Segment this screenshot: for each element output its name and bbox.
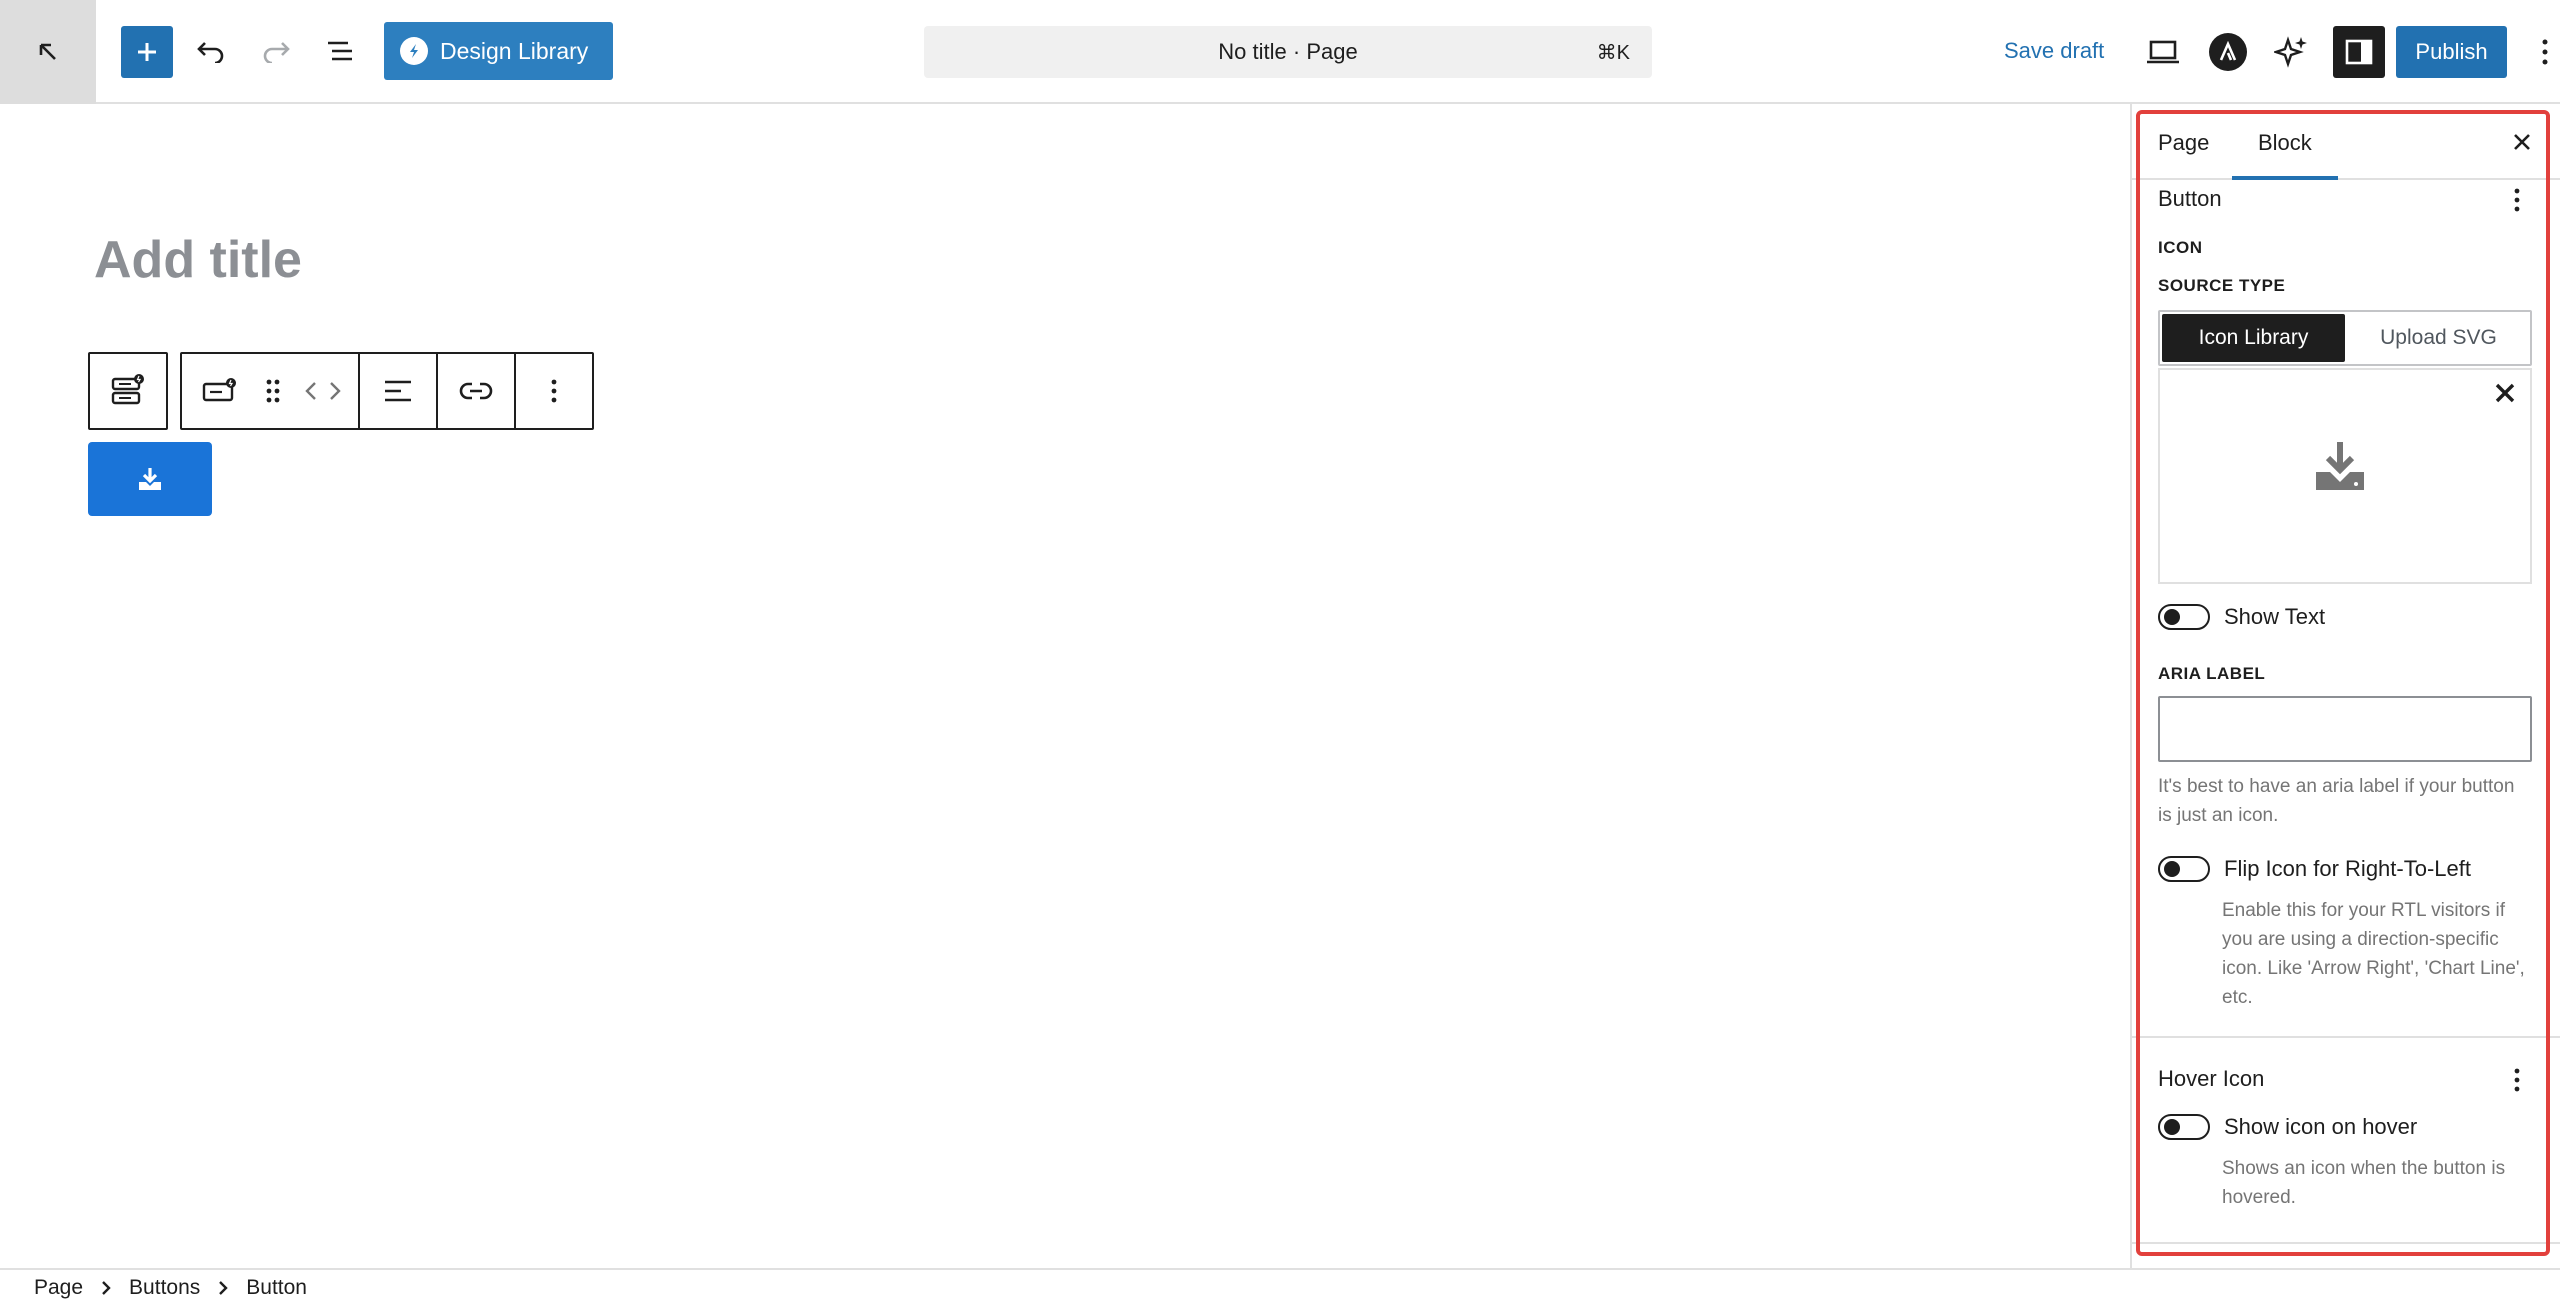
icon-caption: ICON <box>2158 238 2203 257</box>
parent-selector-group <box>88 352 168 430</box>
sidebar-icon <box>2345 38 2373 66</box>
breadcrumb-item-page[interactable]: Page <box>34 1276 83 1300</box>
astra-logo-icon <box>2209 33 2247 71</box>
icon-picker[interactable] <box>2158 368 2532 584</box>
options-button[interactable] <box>2530 26 2560 78</box>
close-icon <box>2512 132 2532 152</box>
list-view-icon <box>326 39 356 63</box>
ai-assistant-button[interactable] <box>2268 28 2316 76</box>
source-type-switch: Icon Library Upload SVG <box>2158 310 2532 366</box>
active-tab-indicator <box>2232 176 2338 180</box>
toggle-switch[interactable] <box>2158 1114 2210 1140</box>
move-block-buttons[interactable] <box>288 354 358 428</box>
link-icon <box>459 380 493 402</box>
download-button-block[interactable] <box>88 442 212 516</box>
save-draft-button[interactable]: Save draft <box>2004 38 2104 64</box>
buttons-block-icon <box>111 373 145 409</box>
breadcrumb-item-button: Button <box>246 1276 307 1299</box>
upload-svg-option[interactable]: Upload SVG <box>2347 312 2530 364</box>
icon-library-option[interactable]: Icon Library <box>2162 314 2345 362</box>
link-button[interactable] <box>436 354 514 428</box>
panel-divider <box>2132 1036 2560 1038</box>
tab-page[interactable]: Page <box>2158 130 2209 156</box>
button-panel-title[interactable]: Button <box>2158 186 2222 212</box>
editor-header: Design Library No title · Page ⌘K Save d… <box>0 0 2560 104</box>
flip-icon-help-text: Enable this for your RTL visitors if you… <box>2222 900 2525 1008</box>
astra-settings-button[interactable] <box>2204 28 2252 76</box>
hover-icon-panel-title[interactable]: Hover Icon <box>2158 1066 2264 1092</box>
button-panel-options[interactable] <box>2502 182 2532 218</box>
more-vertical-icon <box>2514 188 2520 212</box>
drag-handle-icon <box>266 378 280 404</box>
plus-icon <box>134 39 160 65</box>
flip-icon-toggle[interactable]: Flip Icon for Right-To-Left <box>2158 856 2471 882</box>
design-library-button[interactable]: Design Library <box>384 22 613 80</box>
block-type-button[interactable] <box>182 354 258 428</box>
sparkles-icon <box>2274 34 2310 70</box>
download-icon <box>2312 438 2368 494</box>
show-icon-on-hover-help-text: Shows an icon when the button is hovered… <box>2222 1158 2506 1208</box>
close-icon <box>2494 382 2516 404</box>
chevron-left-right-icon <box>303 379 343 403</box>
block-options-button[interactable] <box>514 354 592 428</box>
flip-icon-label: Flip Icon for Right-To-Left <box>2224 856 2471 881</box>
remove-icon-button[interactable] <box>2488 376 2522 410</box>
show-icon-on-hover-toggle[interactable]: Show icon on hover <box>2158 1114 2417 1140</box>
add-block-button[interactable] <box>121 26 173 78</box>
document-title: No title · Page <box>1218 39 1358 64</box>
more-vertical-icon <box>551 379 557 403</box>
post-title-input[interactable]: Add title <box>94 230 302 290</box>
chevron-right-icon <box>101 1280 111 1296</box>
arrow-up-left-icon <box>35 39 61 65</box>
drag-handle[interactable] <box>258 354 288 428</box>
source-type-caption: SOURCE TYPE <box>2158 276 2286 295</box>
command-shortcut: ⌘K <box>1596 41 1630 64</box>
breadcrumb-item-buttons[interactable]: Buttons <box>129 1276 200 1300</box>
panel-divider <box>2132 1242 2560 1244</box>
settings-sidebar: Page Block Button ICON SOURCE TYPE Icon … <box>2130 104 2560 1268</box>
show-text-toggle[interactable]: Show Text <box>2158 604 2325 630</box>
show-icon-on-hover-label: Show icon on hover <box>2224 1114 2418 1139</box>
show-text-label: Show Text <box>2224 604 2326 629</box>
toggle-switch[interactable] <box>2158 604 2210 630</box>
redo-button[interactable] <box>256 20 296 82</box>
undo-button[interactable] <box>191 20 231 82</box>
desktop-icon <box>2146 39 2180 65</box>
back-to-dashboard-button[interactable] <box>0 0 96 104</box>
hover-panel-options[interactable] <box>2502 1062 2532 1098</box>
close-sidebar-button[interactable] <box>2502 122 2542 162</box>
download-icon <box>136 465 164 493</box>
settings-sidebar-toggle[interactable] <box>2333 26 2385 78</box>
editor-canvas: Add title <box>0 104 2130 1268</box>
aria-help-text: It's best to have an aria label if your … <box>2158 776 2515 826</box>
aria-label-caption: ARIA LABEL <box>2158 664 2266 683</box>
block-tools-group <box>180 352 594 430</box>
more-vertical-icon <box>2514 1068 2520 1092</box>
more-vertical-icon <box>2542 39 2548 65</box>
sidebar-tabs: Page Block <box>2132 104 2560 180</box>
chevron-right-icon <box>218 1280 228 1296</box>
align-button[interactable] <box>358 354 436 428</box>
block-toolbar <box>88 352 594 430</box>
redo-icon <box>261 39 291 63</box>
document-overview-button[interactable] <box>321 20 361 82</box>
select-parent-button[interactable] <box>90 354 166 428</box>
align-left-icon <box>383 378 413 404</box>
undo-icon <box>196 39 226 63</box>
block-breadcrumb-bar: Page Buttons Button <box>0 1268 2560 1303</box>
button-block-icon <box>202 376 238 406</box>
breadcrumb: Page Buttons Button <box>34 1276 307 1300</box>
preview-button[interactable] <box>2139 28 2187 76</box>
stackable-logo-icon <box>400 37 428 65</box>
aria-label-input[interactable] <box>2158 696 2532 762</box>
design-library-label: Design Library <box>440 37 589 64</box>
toggle-switch[interactable] <box>2158 856 2210 882</box>
command-palette-button[interactable]: No title · Page ⌘K <box>924 26 1652 78</box>
tab-block[interactable]: Block <box>2258 130 2312 156</box>
publish-button[interactable]: Publish <box>2396 26 2507 78</box>
